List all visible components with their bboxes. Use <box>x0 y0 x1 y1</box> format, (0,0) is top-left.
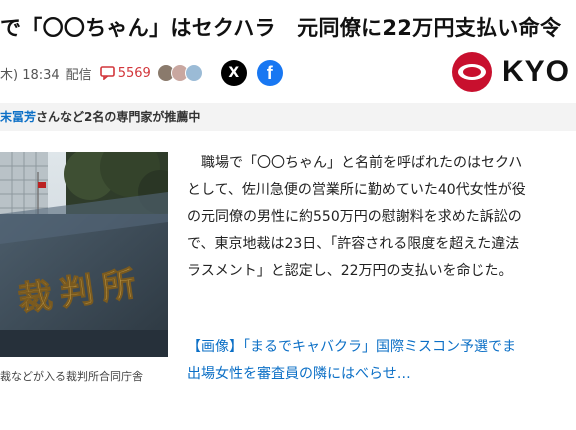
article-headline: で「〇〇ちゃん」はセクハラ 元同僚に22万円支払い命令 <box>0 16 562 40</box>
related-article-link[interactable]: 【画像】「まるでキャバクラ」国際ミスコン予選でま 出場女性を審査員の隣にはべらせ… <box>187 334 576 394</box>
recommend-text: さんなど2名の専門家が推薦中 <box>36 110 201 124</box>
body-line: 職場で「〇〇ちゃん」と名前を呼ばれたのはセクハ <box>187 155 523 171</box>
article-body: 職場で「〇〇ちゃん」と名前を呼ばれたのはセクハ として、佐川急便の営業所に勤めて… <box>187 150 576 300</box>
publisher-logo[interactable]: KYO <box>450 50 576 94</box>
x-icon: X <box>228 65 240 81</box>
facebook-icon: f <box>266 62 273 83</box>
avatar <box>184 64 203 82</box>
related-link-line[interactable]: 出場女性を審査員の隣にはべらせ… <box>187 361 576 388</box>
article-meta: 木) 18:34 配信 5569 X f <box>0 58 440 88</box>
related-link-line[interactable]: 【画像】「まるでキャバクラ」国際ミスコン予選でま <box>187 334 576 361</box>
comment-icon <box>99 66 115 80</box>
publish-date: 木) 18:34 <box>0 67 60 83</box>
article-photo[interactable]: 裁判所 <box>0 152 168 357</box>
photo-caption: 裁などが入る裁判所合同庁舎 <box>0 370 143 383</box>
courthouse-image: 裁判所 <box>0 152 168 357</box>
source-label: 配信 <box>65 67 92 83</box>
body-line: で、東京地裁は23日、「許容される限度を超えた違法 <box>187 236 520 252</box>
share-facebook-button[interactable]: f <box>256 60 283 86</box>
commenter-avatars[interactable] <box>156 64 203 82</box>
share-x-button[interactable]: X <box>220 60 247 86</box>
expert-names[interactable]: 末冨芳 <box>0 110 36 124</box>
body-line: として、佐川急便の営業所に勤めていた40代女性が役 <box>187 182 526 198</box>
comment-button[interactable]: 5569 <box>99 65 151 81</box>
expert-recommendation-bar[interactable]: 末冨芳さんなど2名の専門家が推薦中 <box>0 103 576 131</box>
kyodo-logo-icon <box>452 52 492 92</box>
comment-count: 5569 <box>117 65 151 81</box>
body-line: ラスメント」と認定し、22万円の支払いを命じた。 <box>187 263 513 279</box>
publisher-name: KYO <box>502 55 571 88</box>
body-line: の元同僚の男性に約550万円の慰謝料を求めた訴訟の <box>187 209 522 225</box>
